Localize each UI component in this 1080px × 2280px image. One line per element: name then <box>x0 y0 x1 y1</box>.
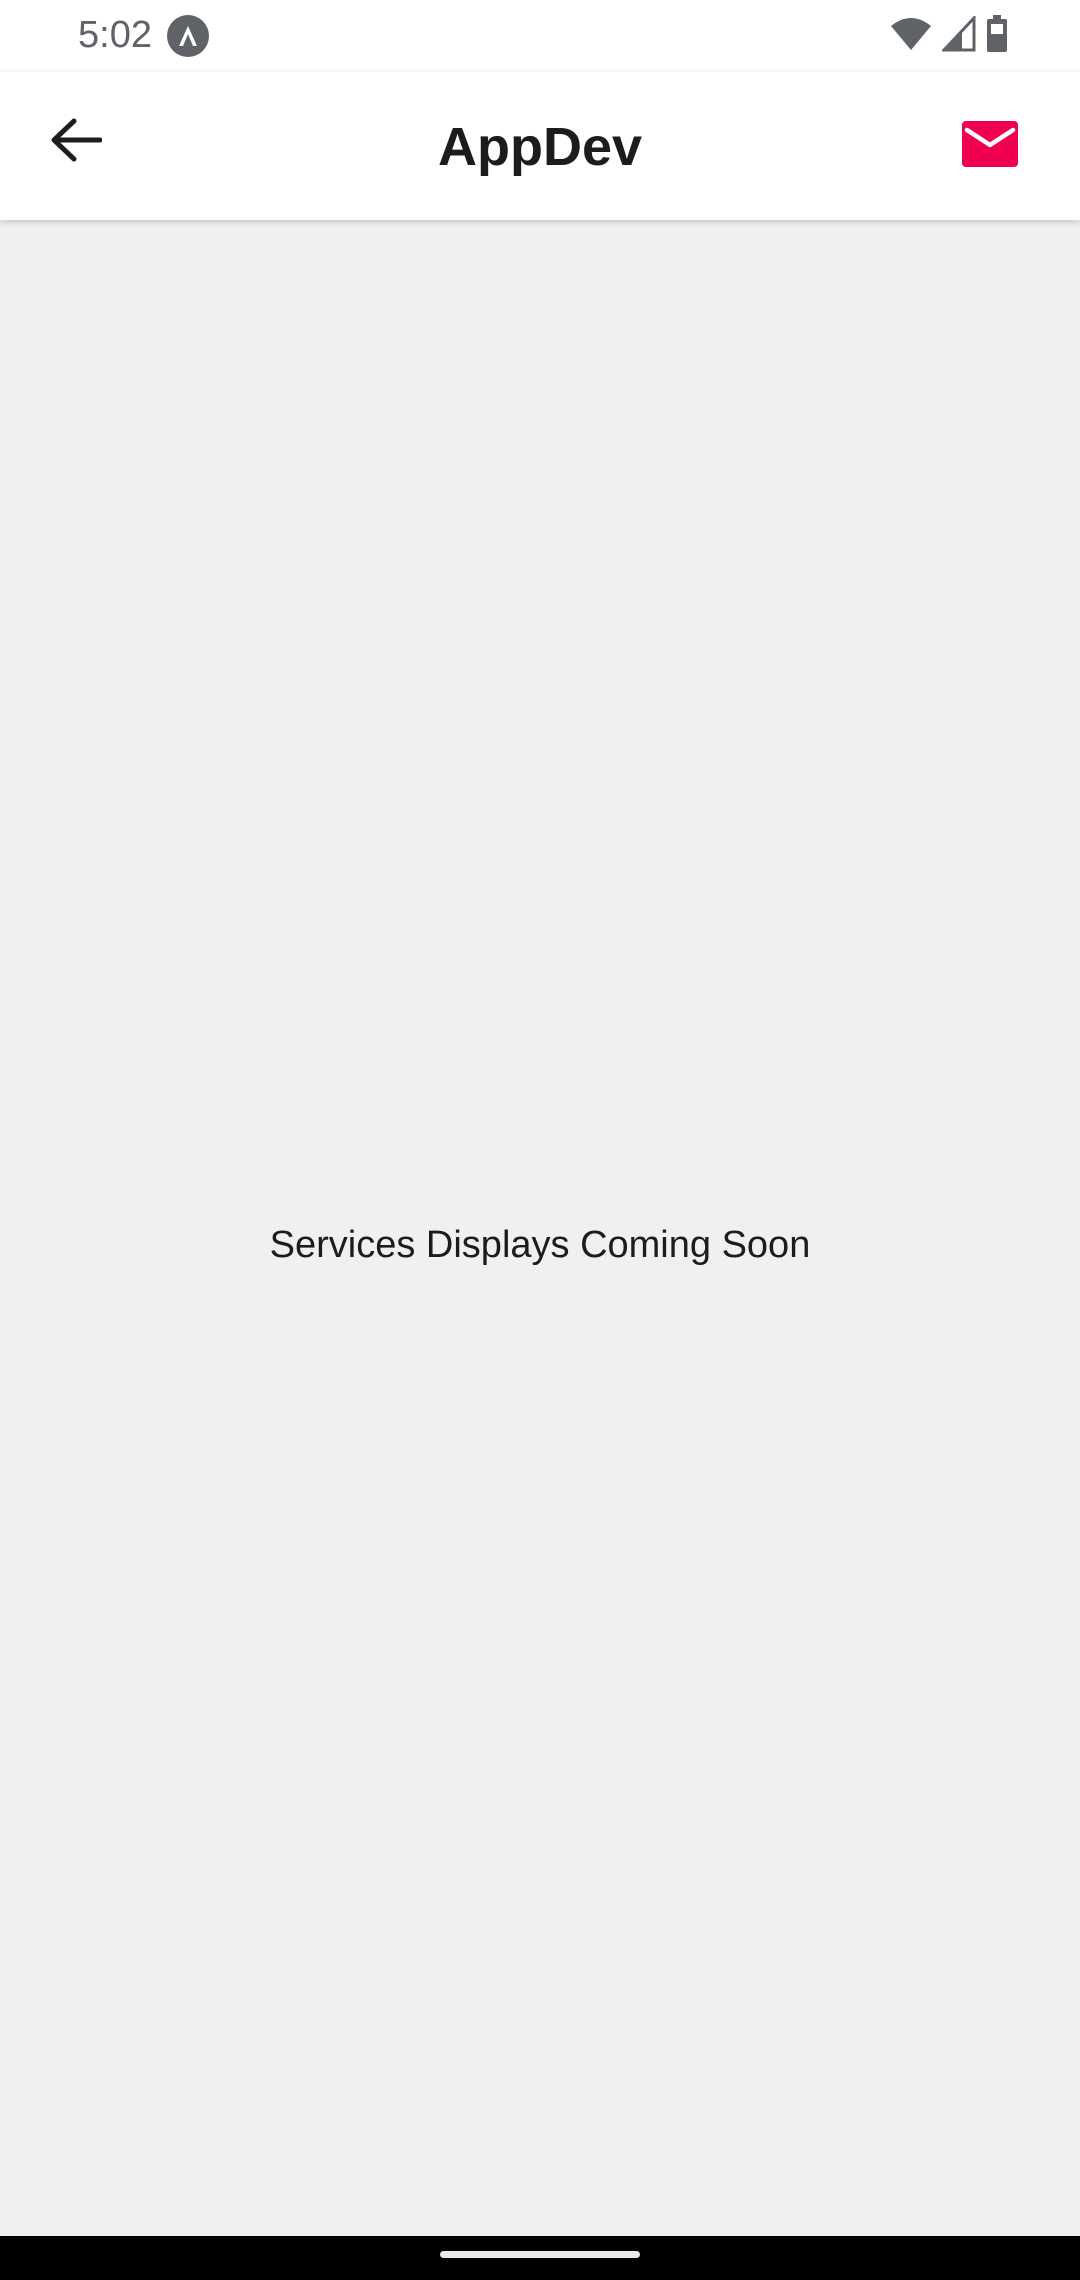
main-content: Services Displays Coming Soon <box>0 220 1080 2236</box>
home-indicator[interactable] <box>440 2251 640 2258</box>
status-icons <box>890 13 1008 58</box>
wifi-icon <box>890 16 932 57</box>
signal-icon <box>940 13 976 57</box>
page-title: AppDev <box>437 117 643 177</box>
status-time: 5:02 <box>78 14 152 56</box>
app-bar: AppDev <box>0 72 1080 220</box>
coming-soon-message: Services Displays Coming Soon <box>269 1224 811 1266</box>
mail-icon <box>962 120 1018 172</box>
screen: 5:02 AppDev Services Displays Coming Soo… <box>0 0 1080 2280</box>
navigation-bar <box>0 2236 1080 2280</box>
app-notification-icon <box>166 14 210 58</box>
mail-button[interactable] <box>952 108 1028 184</box>
status-bar: 5:02 <box>0 0 1080 72</box>
battery-icon <box>986 14 1008 58</box>
